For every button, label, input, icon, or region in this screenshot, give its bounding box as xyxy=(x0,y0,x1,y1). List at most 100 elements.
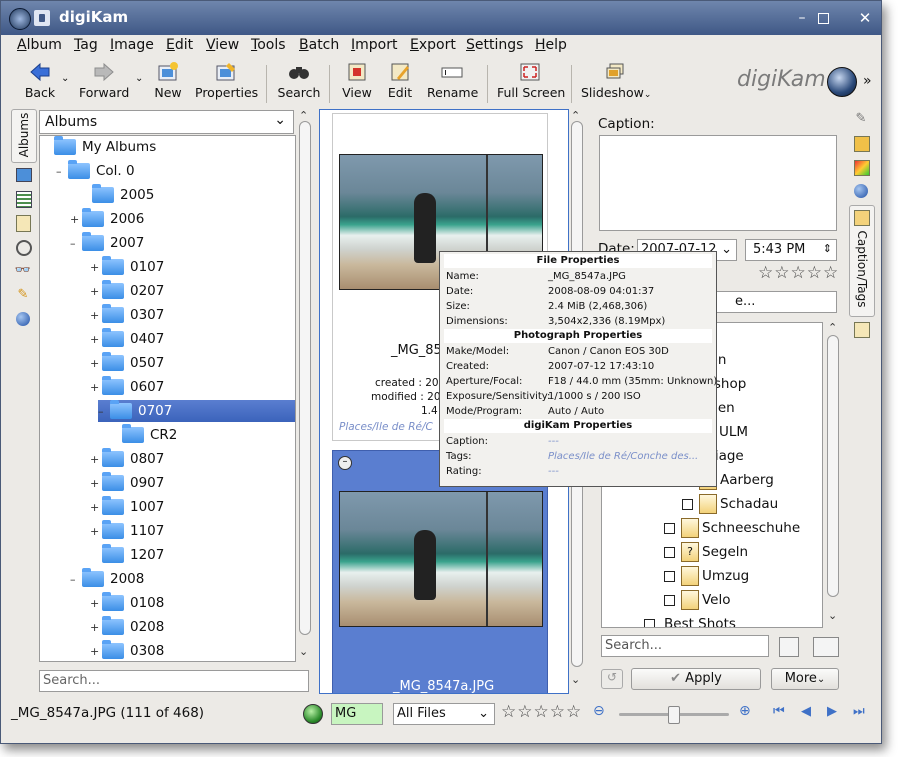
star-icon[interactable]: ☆ xyxy=(758,263,774,283)
caption-textarea[interactable] xyxy=(599,135,837,231)
star-icon[interactable]: ☆ xyxy=(566,702,582,722)
text-filter-input[interactable]: MG xyxy=(331,703,383,725)
revert-icon[interactable]: ↺ xyxy=(601,669,623,689)
album-tree-item[interactable]: – 2008 xyxy=(42,568,144,590)
expand-icon[interactable]: + xyxy=(90,617,102,639)
expand-icon[interactable]: + xyxy=(90,521,102,543)
star-icon[interactable]: ☆ xyxy=(534,702,550,722)
minimize-icon[interactable]: – xyxy=(793,9,811,27)
star-icon[interactable]: ☆ xyxy=(823,263,839,283)
album-tree-item[interactable]: +0208 xyxy=(42,616,164,638)
tag-tree-item[interactable]: Best Shots xyxy=(644,613,736,627)
icon-view-scroll-down-icon[interactable]: ⌄ xyxy=(571,673,580,686)
menu-import[interactable]: Import xyxy=(351,37,397,53)
album-tree-item[interactable]: CR2 xyxy=(42,424,177,446)
toolbar-overflow-icon[interactable]: » xyxy=(863,73,872,89)
album-tree-item[interactable]: – Col. 0 xyxy=(42,160,135,182)
close-icon[interactable]: ✕ xyxy=(856,9,874,27)
star-icon[interactable]: ☆ xyxy=(517,702,533,722)
tag-tree-scroll-up-icon[interactable]: ⌃ xyxy=(828,321,837,334)
next-image-icon[interactable]: ▶ xyxy=(827,704,837,719)
album-tree-item[interactable]: – 2007 xyxy=(42,232,144,254)
expand-icon[interactable]: + xyxy=(90,641,102,661)
album-tree-item[interactable]: +0307 xyxy=(42,304,164,326)
expand-icon[interactable]: + xyxy=(90,449,102,471)
more-button[interactable]: More⌄ xyxy=(771,668,839,690)
window-menu-icon[interactable] xyxy=(34,10,50,26)
forward-dropdown-icon[interactable]: ⌄ xyxy=(135,73,143,84)
album-search-input[interactable]: Search... xyxy=(39,670,309,692)
previous-image-icon[interactable]: ◀ xyxy=(801,704,811,719)
expand-icon[interactable]: + xyxy=(90,281,102,303)
colors-icon[interactable] xyxy=(851,157,871,177)
tag-tree-scroll-thumb[interactable] xyxy=(827,335,839,597)
expand-icon[interactable]: + xyxy=(90,593,102,615)
album-tree-item[interactable]: +0907 xyxy=(42,472,164,494)
deselect-icon[interactable]: – xyxy=(338,456,352,470)
rating-stars[interactable]: ☆☆☆☆☆ xyxy=(758,263,839,283)
tag-tree-item[interactable]: Velo xyxy=(664,589,731,611)
apply-button[interactable]: ✔ Apply xyxy=(631,668,761,690)
zoom-in-icon[interactable]: ⊕ xyxy=(739,703,751,719)
tag-checkbox[interactable] xyxy=(664,546,675,558)
search-button[interactable]: Search xyxy=(277,61,321,100)
tag-checkbox[interactable] xyxy=(664,594,675,606)
album-tree-item[interactable]: +1107 xyxy=(42,520,164,542)
search-binoculars-icon[interactable]: 👓 xyxy=(13,261,33,281)
menu-help[interactable]: Help xyxy=(535,37,567,53)
forward-button[interactable]: Forward xyxy=(79,61,129,100)
rename-button[interactable]: Rename xyxy=(427,61,478,100)
last-image-icon[interactable]: ⏭ xyxy=(853,704,865,719)
file-type-filter[interactable]: All Files ⌄ xyxy=(393,703,495,725)
rating-filter[interactable]: ☆☆☆☆☆ xyxy=(501,702,582,722)
collapse-icon[interactable]: – xyxy=(70,233,82,255)
album-tree-item[interactable]: +0807 xyxy=(42,448,164,470)
expand-icon[interactable]: + xyxy=(90,257,102,279)
maximize-icon[interactable] xyxy=(814,9,832,27)
tag-checkbox[interactable] xyxy=(664,570,675,582)
time-spin-icon[interactable]: ⇕ xyxy=(823,239,832,259)
tag-checkbox[interactable] xyxy=(664,522,675,534)
menu-batch[interactable]: Batch xyxy=(299,37,339,53)
expand-icon[interactable]: + xyxy=(90,305,102,327)
collapse-icon[interactable]: – xyxy=(56,161,68,183)
menu-tag[interactable]: Tag xyxy=(74,37,98,53)
album-tree-item[interactable]: +2006 xyxy=(42,208,144,230)
album-tree-scroll-down-icon[interactable]: ⌄ xyxy=(299,645,308,658)
properties-pen-icon[interactable]: ✎ xyxy=(851,109,871,129)
menu-tools[interactable]: Tools xyxy=(251,37,286,53)
album-tree-item[interactable]: +1007 xyxy=(42,496,164,518)
menu-view[interactable]: View xyxy=(206,37,239,53)
star-icon[interactable]: ☆ xyxy=(550,702,566,722)
expand-icon[interactable]: + xyxy=(90,329,102,351)
clipboard-icon[interactable] xyxy=(13,213,33,233)
timeline-icon[interactable] xyxy=(13,189,33,209)
menu-edit[interactable]: Edit xyxy=(166,37,193,53)
tag-assign-icon[interactable] xyxy=(779,637,799,657)
album-tree-item[interactable]: +0108 xyxy=(42,592,164,614)
album-tree-item[interactable]: My Albums xyxy=(42,136,156,158)
albums-dropdown[interactable]: Albums ⌄ xyxy=(39,110,294,134)
tag-checkbox[interactable] xyxy=(682,498,693,510)
zoom-slider-handle[interactable] xyxy=(668,706,680,724)
calendar-icon[interactable] xyxy=(13,165,33,185)
tag-checkbox[interactable] xyxy=(644,618,655,627)
album-tree-item[interactable]: +0607 xyxy=(42,376,164,398)
zoom-out-icon[interactable]: ⊖ xyxy=(593,703,605,719)
expand-icon[interactable]: + xyxy=(90,497,102,519)
app-icon[interactable] xyxy=(9,8,31,30)
album-tree-item[interactable]: – 0707 xyxy=(98,400,295,422)
star-icon[interactable]: ☆ xyxy=(791,263,807,283)
tag-tree-item[interactable]: Schadau xyxy=(682,493,778,515)
tag-options-icon[interactable] xyxy=(813,637,839,657)
geolocation-icon[interactable] xyxy=(851,181,871,201)
collapse-icon[interactable]: – xyxy=(98,401,110,423)
album-tree-item[interactable]: 1207 xyxy=(42,544,164,566)
collapse-icon[interactable]: – xyxy=(70,569,82,591)
metadata-icon[interactable] xyxy=(851,133,871,153)
menu-export[interactable]: Export xyxy=(410,37,456,53)
edit-button[interactable]: Edit xyxy=(385,61,415,100)
new-album-button[interactable]: New xyxy=(153,61,183,100)
icon-view-scroll-up-icon[interactable]: ⌃ xyxy=(571,109,580,122)
album-tree-item[interactable]: +0507 xyxy=(42,352,164,374)
